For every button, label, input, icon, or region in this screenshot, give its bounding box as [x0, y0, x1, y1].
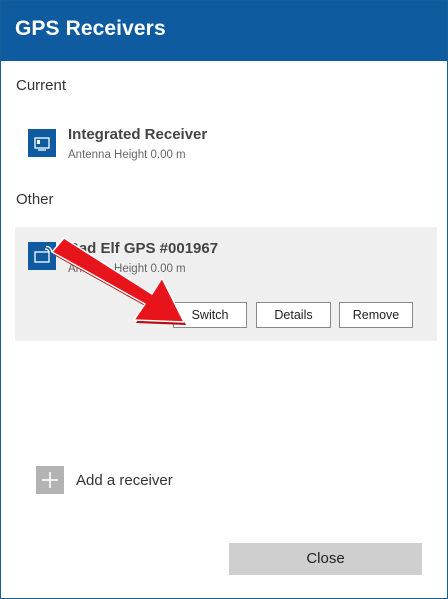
dialog-title: GPS Receivers	[15, 17, 166, 40]
details-button[interactable]: Details	[256, 302, 331, 328]
other-section-label: Other	[16, 191, 54, 208]
gps-receivers-dialog: GPS Receivers Current Integrated Receive…	[0, 0, 448, 599]
remove-button[interactable]: Remove	[339, 302, 413, 328]
other-receiver-name: Bad Elf GPS #001967	[68, 240, 219, 257]
current-receiver-name: Integrated Receiver	[68, 126, 208, 143]
title-bar: GPS Receivers	[1, 1, 447, 61]
plus-icon	[36, 466, 64, 494]
add-receiver-label: Add a receiver	[76, 472, 173, 489]
monitor-icon	[28, 129, 56, 157]
current-receiver-antenna-height: Antenna Height 0.00 m	[68, 149, 186, 161]
bluetooth-device-icon	[28, 242, 56, 270]
other-receiver-antenna-height: Antenna Height 0.00 m	[68, 263, 186, 275]
add-receiver-button[interactable]: Add a receiver	[36, 466, 216, 494]
current-section-label: Current	[16, 77, 67, 94]
close-button[interactable]: Close	[229, 543, 422, 575]
switch-button[interactable]: Switch	[173, 302, 247, 328]
